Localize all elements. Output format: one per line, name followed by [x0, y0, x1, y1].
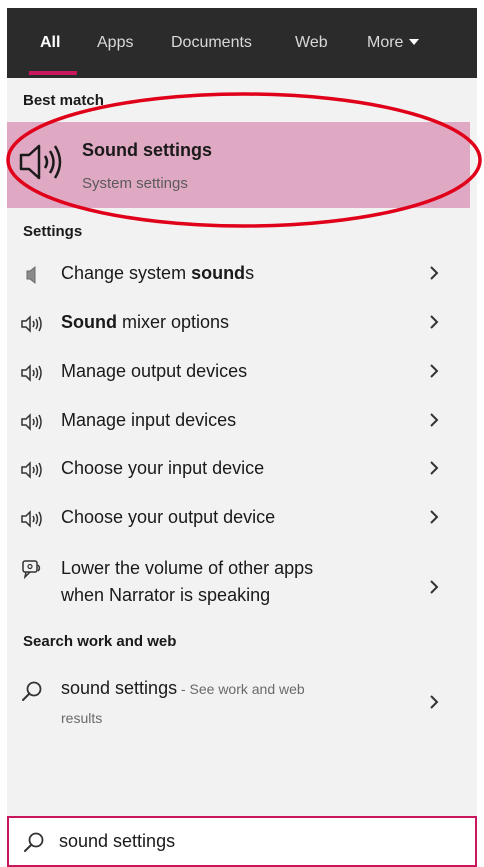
settings-item-choose-input-device[interactable]: Choose your input device: [7, 446, 477, 494]
chevron-right-icon: [430, 315, 439, 329]
web-suggestion-hint: results: [61, 710, 103, 726]
active-tab-indicator: [29, 71, 77, 75]
settings-item-label: Lower the volume of other apps when Narra…: [61, 558, 314, 605]
settings-header: Settings: [23, 223, 83, 240]
chevron-right-icon: [430, 580, 439, 594]
settings-item-label: Sound mixer options: [61, 312, 230, 332]
chevron-right-icon: [430, 364, 439, 378]
settings-item-manage-input-devices[interactable]: Manage input devices: [7, 398, 477, 446]
tab-web[interactable]: Web: [295, 32, 328, 54]
settings-item-label: Manage input devices: [61, 410, 237, 430]
search-icon: [24, 832, 44, 852]
best-match-result[interactable]: Sound settings System settings: [7, 122, 470, 208]
web-suggestion-text: sound settings - See work and web: [61, 678, 305, 698]
settings-item-change-system-sounds[interactable]: Change system sounds: [7, 251, 477, 299]
speaker-icon: [21, 413, 42, 431]
best-match-header: Best match: [23, 92, 104, 109]
settings-item-lower-volume-narrator[interactable]: Lower the volume of other apps when Narra…: [7, 555, 477, 619]
speaker-icon: [21, 315, 42, 333]
settings-item-choose-output-device[interactable]: Choose your output device: [7, 495, 477, 543]
tab-more-label: More: [367, 34, 404, 51]
narrator-icon: [22, 560, 41, 579]
speaker-icon: [21, 461, 42, 479]
settings-item-label: Choose your input device: [61, 458, 265, 478]
search-box[interactable]: [7, 816, 477, 867]
dropdown-caret-icon: [409, 39, 420, 45]
best-match-subtitle: System settings: [82, 175, 188, 192]
speaker-low-icon: [26, 265, 36, 285]
chevron-right-icon: [430, 510, 439, 524]
settings-item-sound-mixer-options[interactable]: Sound mixer options: [7, 300, 477, 348]
scope-tab-bar: All Apps Documents Web More: [7, 8, 477, 78]
settings-item-label: Choose your output device: [61, 507, 276, 527]
chevron-right-icon: [430, 266, 439, 280]
speaker-icon: [19, 144, 62, 180]
settings-item-label: Change system sounds: [61, 263, 255, 283]
chevron-right-icon: [430, 413, 439, 427]
best-match-title: Sound settings: [82, 140, 212, 160]
chevron-right-icon: [430, 695, 439, 709]
settings-item-manage-output-devices[interactable]: Manage output devices: [7, 349, 477, 397]
tab-more[interactable]: More: [367, 32, 420, 54]
tab-apps[interactable]: Apps: [97, 32, 133, 54]
search-icon: [22, 681, 42, 701]
speaker-icon: [21, 364, 42, 382]
tab-documents[interactable]: Documents: [171, 32, 252, 54]
speaker-icon: [21, 510, 42, 528]
search-input[interactable]: [59, 826, 459, 856]
chevron-right-icon: [430, 461, 439, 475]
search-panel: All Apps Documents Web More Best match S…: [7, 8, 477, 867]
settings-item-label: Manage output devices: [61, 361, 248, 381]
web-search-suggestion[interactable]: sound settings - See work and web result…: [7, 674, 477, 734]
tab-all[interactable]: All: [40, 32, 60, 54]
search-web-header: Search work and web: [23, 633, 177, 650]
